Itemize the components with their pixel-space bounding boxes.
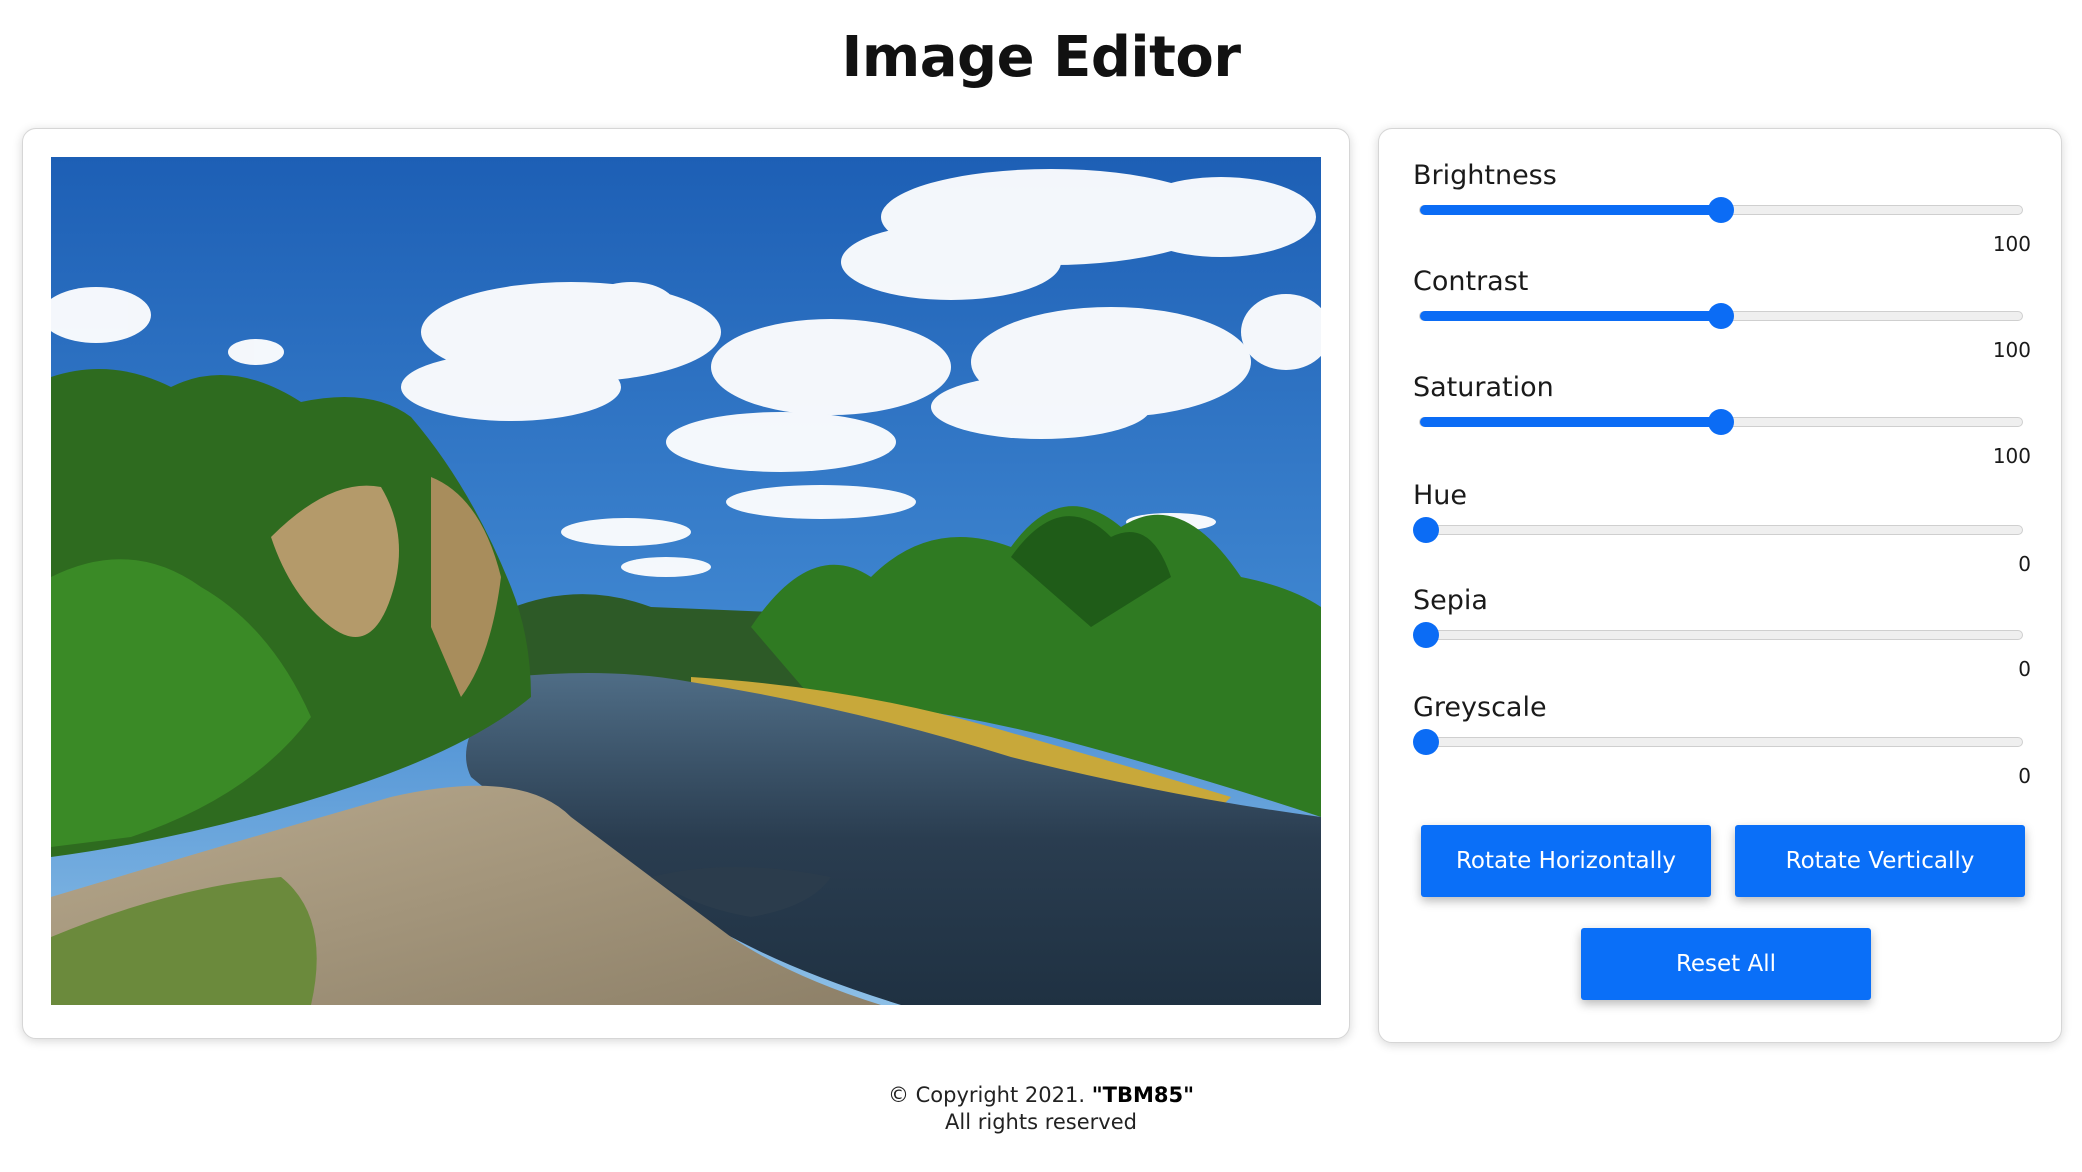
image-preview-card bbox=[22, 128, 1350, 1039]
footer-copyright: © Copyright 2021. "TBM85" bbox=[0, 1082, 2082, 1109]
sepia-label: Sepia bbox=[1413, 585, 1488, 616]
brightness-label: Brightness bbox=[1413, 160, 1557, 191]
page-title: Image Editor bbox=[841, 25, 1241, 90]
contrast-label: Contrast bbox=[1413, 266, 1529, 297]
brightness-control: Brightness 100 bbox=[1413, 159, 2031, 265]
sepia-value: 0 bbox=[2018, 657, 2031, 681]
saturation-slider-fill bbox=[1420, 417, 1721, 427]
saturation-value: 100 bbox=[1992, 444, 2031, 468]
brightness-slider-thumb[interactable] bbox=[1708, 197, 1734, 223]
greyscale-control: Greyscale 0 bbox=[1413, 691, 2031, 797]
saturation-slider[interactable] bbox=[1419, 409, 2023, 435]
contrast-slider[interactable] bbox=[1419, 303, 2023, 329]
controls-panel: Brightness 100 Contrast 100 Saturation 1… bbox=[1378, 128, 2062, 1043]
saturation-control: Saturation 100 bbox=[1413, 371, 2031, 477]
saturation-label: Saturation bbox=[1413, 372, 1554, 403]
hue-slider-thumb[interactable] bbox=[1413, 517, 1439, 543]
brightness-value: 100 bbox=[1992, 232, 2031, 256]
hue-slider[interactable] bbox=[1413, 517, 2023, 543]
greyscale-slider[interactable] bbox=[1413, 729, 2023, 755]
greyscale-slider-thumb[interactable] bbox=[1413, 729, 1439, 755]
contrast-slider-fill bbox=[1420, 311, 1721, 321]
landscape-photo-icon bbox=[51, 157, 1321, 1005]
footer-rights: All rights reserved bbox=[945, 1110, 1137, 1134]
saturation-slider-thumb[interactable] bbox=[1708, 409, 1734, 435]
brightness-slider[interactable] bbox=[1419, 197, 2023, 223]
contrast-slider-thumb[interactable] bbox=[1708, 303, 1734, 329]
sepia-control: Sepia 0 bbox=[1413, 584, 2031, 690]
rotate-vertically-button[interactable]: Rotate Vertically bbox=[1735, 825, 2025, 897]
sepia-slider[interactable] bbox=[1413, 622, 2023, 648]
hue-value: 0 bbox=[2018, 552, 2031, 576]
brightness-slider-fill bbox=[1420, 205, 1721, 215]
greyscale-label: Greyscale bbox=[1413, 692, 1547, 723]
reset-all-button[interactable]: Reset All bbox=[1581, 928, 1871, 1000]
hue-control: Hue 0 bbox=[1413, 479, 2031, 585]
sepia-slider-thumb[interactable] bbox=[1413, 622, 1439, 648]
contrast-value: 100 bbox=[1992, 338, 2031, 362]
hue-label: Hue bbox=[1413, 480, 1468, 511]
greyscale-value: 0 bbox=[2018, 764, 2031, 788]
contrast-control: Contrast 100 bbox=[1413, 265, 2031, 371]
preview-image bbox=[51, 157, 1321, 1005]
copyright-text: © Copyright 2021. bbox=[887, 1083, 1086, 1107]
rotate-horizontally-button[interactable]: Rotate Horizontally bbox=[1421, 825, 1711, 897]
author-name: "TBM85" bbox=[1091, 1083, 1195, 1107]
